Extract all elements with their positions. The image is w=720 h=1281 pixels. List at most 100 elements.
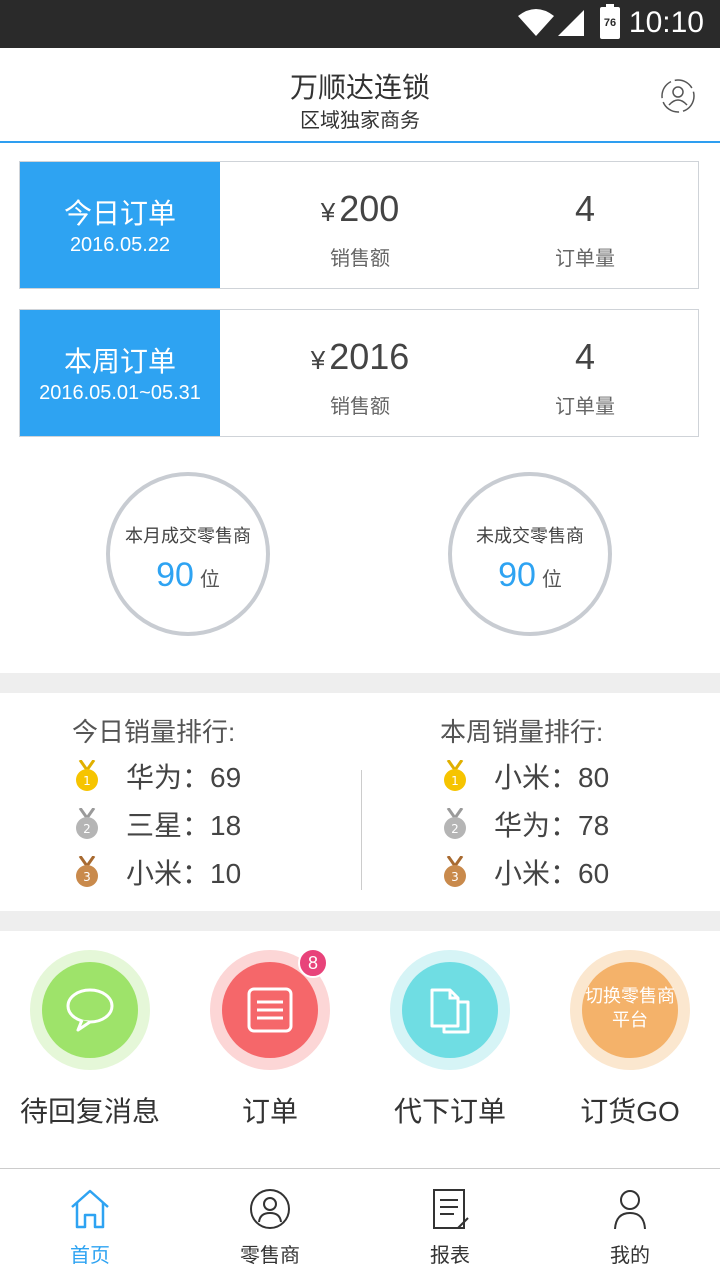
signal-icon (558, 10, 584, 36)
tab-label: 首页 (70, 1245, 110, 1267)
week-sales-amount: 2016 (329, 336, 410, 377)
week-sales-ranking: 本周销量排行: 1 小米：80 2 华为：78 3 小米：60 (440, 712, 720, 896)
clock: 10:10 (628, 6, 704, 39)
today-sales-ranking: 今日销量排行: 1 华为：69 2 三星：18 3 小米：10 (72, 712, 372, 896)
ranking-text: 小米：60 (494, 858, 610, 889)
svg-text:2: 2 (83, 822, 91, 836)
home-icon (71, 1189, 109, 1229)
ranking-row: 3 小米：10 (72, 848, 372, 896)
order-count-badge: 8 (298, 948, 328, 978)
action-label: 待回复消息 (19, 1096, 160, 1127)
section-divider (0, 911, 720, 931)
ranking-separator (361, 770, 362, 890)
today-sales-label: 销售额 (330, 248, 390, 270)
silver-medal-icon: 2 (76, 808, 98, 839)
ranking-row: 2 三星：18 (72, 800, 372, 848)
ranking-text: 三星：18 (126, 810, 242, 841)
ranking-text: 小米：10 (126, 858, 242, 889)
ranking-row: 1 小米：80 (440, 752, 720, 800)
status-bar: 76 10:10 (0, 0, 720, 48)
action-label: 订货GO (580, 1096, 680, 1127)
week-order-count-label: 订单量 (555, 396, 615, 418)
action-ring: 切换零售商平台 (570, 950, 690, 1070)
report-icon (433, 1189, 469, 1229)
bronze-medal-icon: 3 (444, 856, 466, 887)
week-orders-label-box: 本周订单 2016.05.01~05.31 (20, 310, 220, 436)
tab-label: 零售商 (240, 1245, 300, 1267)
stat-value-row: 90 位 (452, 556, 608, 595)
ranking-title: 今日销量排行: (72, 717, 236, 747)
retailer-icon (250, 1189, 290, 1229)
tab-report[interactable]: 报表 (360, 1169, 540, 1281)
currency-symbol: ¥ (320, 197, 336, 227)
monthly-closed-retailers-stat[interactable]: 本月成交零售商 90 位 (106, 472, 270, 636)
action-core (222, 962, 318, 1058)
battery-level: 76 (603, 17, 617, 29)
order-list-icon (247, 987, 293, 1033)
stat-value-row: 90 位 (110, 556, 266, 595)
battery-icon: 76 (600, 7, 620, 39)
svg-text:2: 2 (451, 822, 459, 836)
currency-symbol: ¥ (310, 345, 326, 375)
page-subtitle: 区域独家商务 (300, 110, 420, 132)
svg-text:1: 1 (83, 774, 91, 788)
svg-text:3: 3 (83, 870, 91, 884)
today-order-count: 4 (574, 188, 596, 229)
wifi-icon (518, 9, 554, 36)
stat-label: 未成交零售商 (476, 526, 584, 546)
action-core (402, 962, 498, 1058)
today-order-count-label: 订单量 (555, 248, 615, 270)
chat-bubble-icon (66, 988, 114, 1032)
unclosed-retailers-stat[interactable]: 未成交零售商 90 位 (448, 472, 612, 636)
documents-icon (430, 988, 470, 1034)
section-divider (0, 673, 720, 693)
week-sales-value: ¥2016 (240, 336, 480, 378)
switch-platform-text: 切换零售商平台 (585, 986, 675, 1030)
bronze-medal-icon: 3 (76, 856, 98, 887)
week-orders-date: 2016.05.01~05.31 (39, 382, 201, 404)
tab-retailer[interactable]: 零售商 (180, 1169, 360, 1281)
today-orders-date: 2016.05.22 (69, 234, 171, 256)
ranking-row: 3 小米：60 (440, 848, 720, 896)
app-header: 万顺达连锁 区域独家商务 (0, 48, 720, 143)
stat-unit: 位 (199, 569, 220, 591)
tab-mine[interactable]: 我的 (540, 1169, 720, 1281)
silver-medal-icon: 2 (444, 808, 466, 839)
stat-unit: 位 (541, 569, 562, 591)
ranking-row: 2 华为：78 (440, 800, 720, 848)
today-orders-label: 今日订单 (63, 198, 176, 229)
week-order-count: 4 (574, 336, 596, 377)
ranking-title: 本周销量排行: (440, 717, 604, 747)
switch-platform-icon: 切换零售商平台 (582, 962, 678, 1058)
gold-medal-icon: 1 (444, 760, 466, 791)
gold-medal-icon: 1 (76, 760, 98, 791)
page-title: 万顺达连锁 (289, 72, 430, 103)
action-ring (390, 950, 510, 1070)
today-orders-card[interactable]: 今日订单 2016.05.22 ¥200 销售额 4 订单量 (19, 161, 699, 289)
bottom-tab-bar: 首页 零售商 报表 我的 (0, 1168, 720, 1280)
svg-text:1: 1 (451, 774, 459, 788)
user-switch-icon[interactable] (660, 78, 696, 114)
svg-text:3: 3 (451, 870, 459, 884)
action-label: 订单 (241, 1096, 298, 1127)
profile-icon (614, 1190, 646, 1230)
ranking-row: 1 华为：69 (72, 752, 372, 800)
tab-home[interactable]: 首页 (0, 1169, 180, 1281)
action-label: 代下订单 (393, 1096, 506, 1127)
stat-value: 90 (156, 556, 194, 594)
week-orders-label: 本周订单 (63, 346, 176, 377)
ranking-text: 小米：80 (494, 762, 610, 793)
action-ring (30, 950, 150, 1070)
today-orders-label-box: 今日订单 2016.05.22 (20, 162, 220, 288)
action-core (42, 962, 138, 1058)
week-sales-label: 销售额 (330, 396, 390, 418)
today-sales-amount: 200 (339, 188, 400, 229)
tab-label: 报表 (430, 1245, 470, 1267)
ranking-text: 华为：78 (494, 810, 610, 841)
ranking-text: 华为：69 (126, 762, 242, 793)
today-sales-value: ¥200 (240, 188, 480, 230)
tab-label: 我的 (610, 1245, 650, 1267)
week-orders-card[interactable]: 本周订单 2016.05.01~05.31 ¥2016 销售额 4 订单量 (19, 309, 699, 437)
stat-value: 90 (498, 556, 536, 594)
stat-label: 本月成交零售商 (125, 526, 251, 546)
